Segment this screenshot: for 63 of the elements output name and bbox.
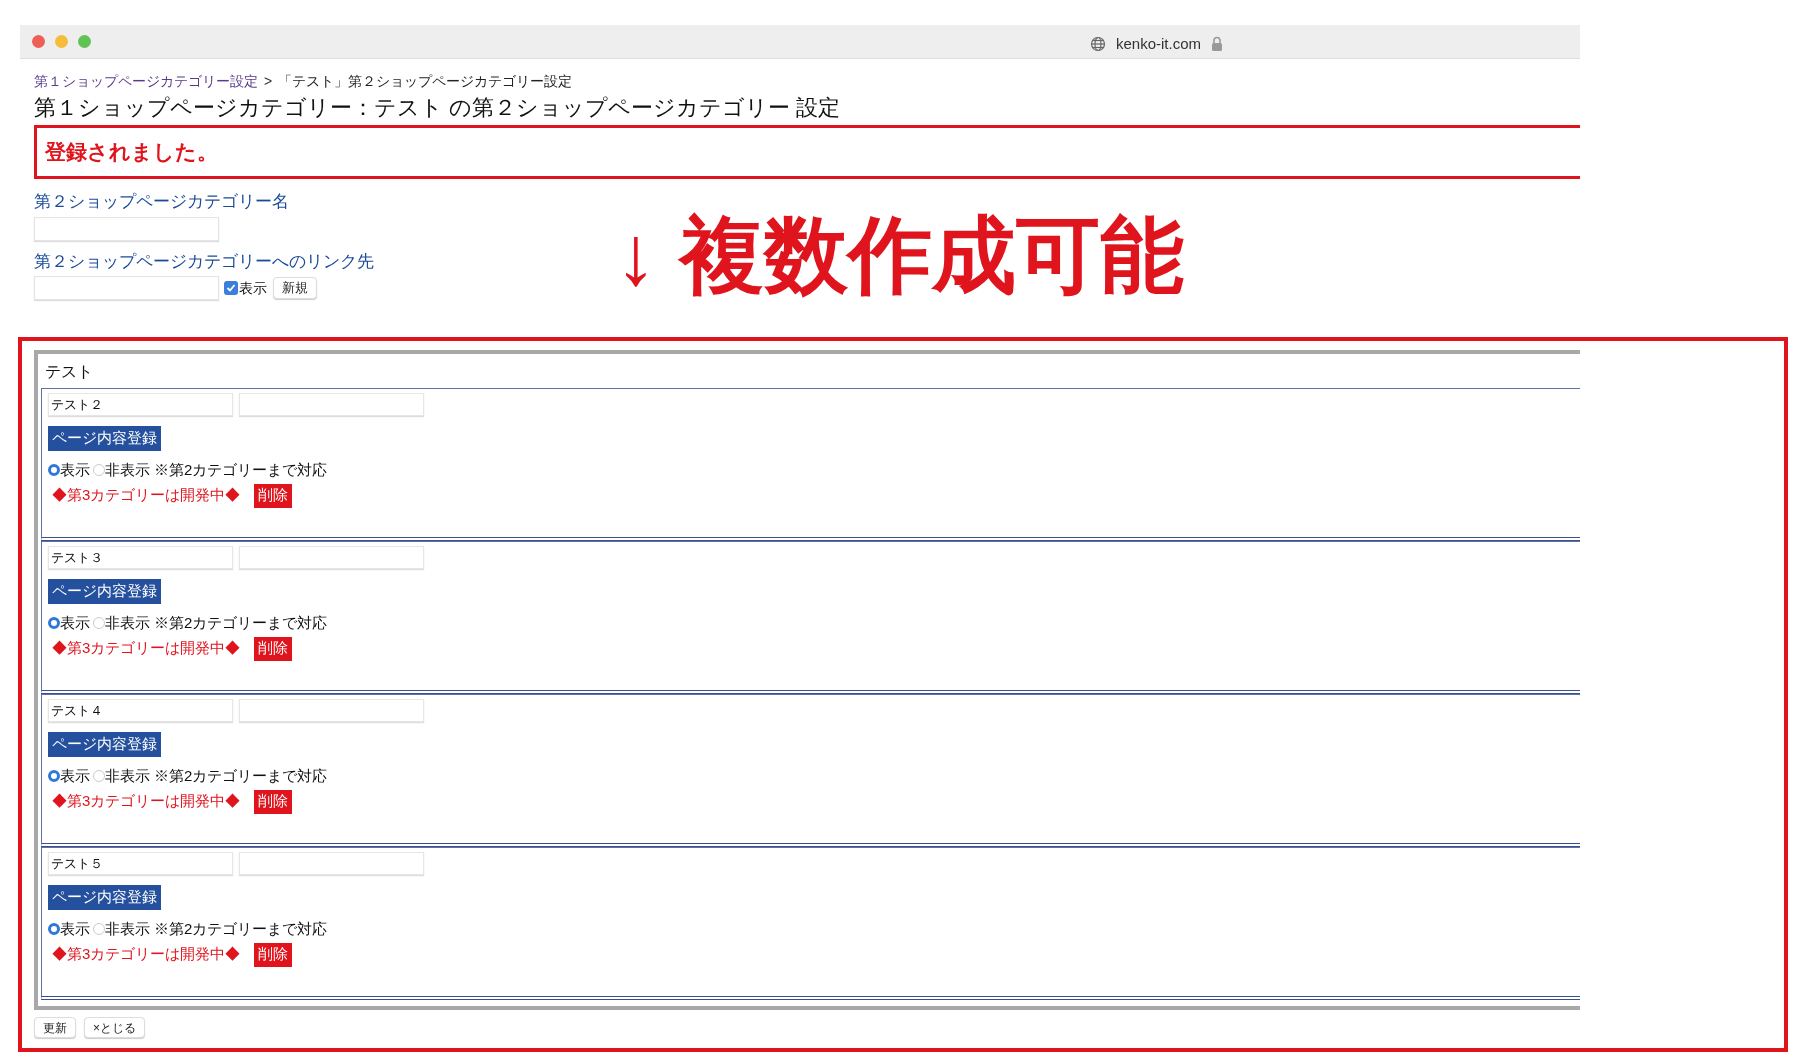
support-note: ※第2カテゴリーまで対応 [154, 460, 328, 480]
link-input-field[interactable] [34, 276, 219, 300]
address-url[interactable]: kenko-it.com [1116, 33, 1202, 56]
development-notice: ◆第3カテゴリーは開発中◆ [52, 944, 241, 965]
subcategory-name-field[interactable]: テスト２ [48, 393, 233, 416]
visible-checkbox[interactable] [224, 281, 238, 295]
support-note: ※第2カテゴリーまで対応 [154, 919, 328, 939]
checkbox-label: 表示 [239, 278, 267, 298]
close-window-icon[interactable] [32, 35, 45, 48]
development-notice: ◆第3カテゴリーは開発中◆ [52, 638, 241, 659]
register-page-button[interactable]: ページ内容登録 [48, 579, 161, 604]
lock-icon [1211, 36, 1224, 53]
update-button[interactable]: 更新 [34, 1017, 76, 1038]
radio-label: 非表示 [105, 460, 150, 480]
radio-button[interactable] [93, 770, 105, 783]
development-notice: ◆第3カテゴリーは開発中◆ [52, 791, 241, 812]
radio-label: 非表示 [105, 766, 150, 786]
subcategory-name-field[interactable]: テスト５ [48, 852, 233, 875]
radio-button[interactable] [48, 617, 60, 630]
breadcrumb-link[interactable]: 第１ショップページカテゴリー設定 [34, 71, 258, 92]
page-title: 第１ショップページカテゴリー：テスト の第２ショップページカテゴリー 設定 [34, 94, 842, 122]
globe-icon [1090, 36, 1106, 53]
field-label: 第２ショップページカテゴリーへのリンク先 [34, 250, 374, 273]
radio-button[interactable] [48, 464, 60, 477]
radio-button[interactable] [48, 923, 60, 936]
success-message: 登録されました。 [34, 125, 1580, 179]
register-page-button[interactable]: ページ内容登録 [48, 426, 161, 451]
delete-button[interactable]: 削除 [254, 789, 293, 814]
radio-button[interactable] [93, 464, 105, 477]
minimize-window-icon[interactable] [55, 35, 68, 48]
subcategory-link-field[interactable] [239, 699, 424, 722]
subcategory-name-field[interactable]: テスト４ [48, 699, 233, 722]
new-button[interactable]: 新規 [273, 277, 317, 299]
delete-button[interactable]: 削除 [254, 483, 293, 508]
support-note: ※第2カテゴリーまで対応 [154, 613, 328, 633]
radio-button[interactable] [93, 923, 105, 936]
subcategory-link-field[interactable] [239, 546, 424, 569]
delete-button[interactable]: 削除 [254, 636, 293, 661]
breadcrumb-current: 「テスト」第２ショップページカテゴリー設定 [278, 72, 573, 91]
delete-button[interactable]: 削除 [254, 942, 293, 967]
radio-label: 非表示 [105, 919, 150, 939]
register-page-button[interactable]: ページ内容登録 [48, 732, 161, 757]
close-button[interactable]: ×とじる [84, 1017, 145, 1038]
radio-button[interactable] [93, 617, 105, 630]
subcategory-name-field[interactable]: テスト３ [48, 546, 233, 569]
subcategory-link-field[interactable] [239, 852, 424, 875]
category-name: テスト [44, 362, 94, 382]
breadcrumb-separator: > [264, 72, 273, 91]
radio-label: 表示 [60, 766, 90, 786]
radio-label: 表示 [60, 613, 90, 633]
development-notice: ◆第3カテゴリーは開発中◆ [52, 485, 241, 506]
radio-label: 表示 [60, 919, 90, 939]
annotation-text: ↓ 複数作成可能 [615, 207, 1185, 304]
maximize-window-icon[interactable] [78, 35, 91, 48]
name-input-field[interactable] [34, 216, 219, 241]
field-label: 第２ショップページカテゴリー名 [34, 191, 289, 213]
support-note: ※第2カテゴリーまで対応 [154, 766, 328, 786]
checkmark-icon [226, 283, 236, 293]
subcategory-link-field[interactable] [239, 393, 424, 416]
radio-label: 表示 [60, 460, 90, 480]
register-page-button[interactable]: ページ内容登録 [48, 885, 161, 910]
radio-button[interactable] [48, 770, 60, 783]
radio-label: 非表示 [105, 613, 150, 633]
